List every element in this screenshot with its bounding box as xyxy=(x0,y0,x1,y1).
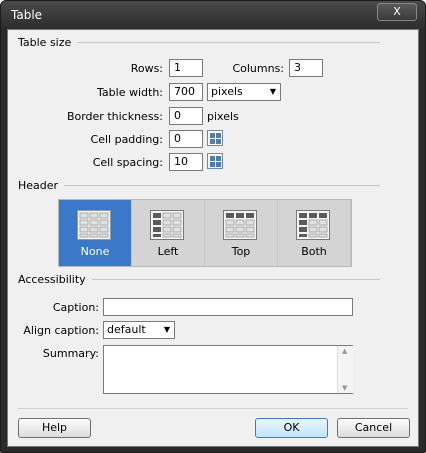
header-option-left[interactable]: Left xyxy=(132,200,204,266)
chevron-down-icon: ▼ xyxy=(163,325,170,334)
header-option-none[interactable]: None xyxy=(59,200,131,266)
table-dialog: Table X Table size Rows: 1 Columns: 3 Ta… xyxy=(0,0,426,453)
align-caption-label: Align caption: xyxy=(23,324,99,337)
header-option-top[interactable]: Top xyxy=(205,200,277,266)
cell-spacing-label: Cell spacing: xyxy=(92,156,163,169)
summary-label: Summary: xyxy=(42,347,99,360)
table-both-header-icon xyxy=(296,210,330,240)
title-bar: Table X xyxy=(1,1,425,29)
accessibility-heading: Accessibility xyxy=(18,273,92,286)
summary-textarea[interactable] xyxy=(103,345,353,394)
cell-padding-grid-icon[interactable] xyxy=(207,130,223,146)
cell-padding-label: Cell padding: xyxy=(90,133,163,146)
border-unit-label: pixels xyxy=(207,110,239,123)
cell-padding-input[interactable]: 0 xyxy=(169,130,203,148)
table-width-label: Table width: xyxy=(97,86,163,99)
close-icon: X xyxy=(393,5,401,18)
window-title: Table xyxy=(11,8,43,22)
align-caption-select[interactable]: default ▼ xyxy=(103,321,175,339)
border-thickness-input[interactable]: 0 xyxy=(169,107,203,125)
summary-scrollbar[interactable]: ▲ ▼ xyxy=(337,346,353,393)
columns-label: Columns: xyxy=(232,62,284,75)
button-separator xyxy=(18,408,408,409)
header-heading: Header xyxy=(18,179,65,192)
columns-input[interactable]: 3 xyxy=(289,59,323,77)
table-left-header-icon xyxy=(150,210,184,240)
header-option-both-label: Both xyxy=(301,245,327,258)
width-unit-select[interactable]: pixels ▼ xyxy=(207,83,281,101)
header-option-none-label: None xyxy=(80,245,110,258)
group-divider xyxy=(18,185,380,186)
header-options: None Left Top Both xyxy=(58,199,352,267)
dialog-body: Table size Rows: 1 Columns: 3 Table widt… xyxy=(7,29,419,447)
table-none-icon xyxy=(77,210,111,240)
chevron-down-icon: ▼ xyxy=(269,87,276,96)
scroll-up-icon[interactable]: ▲ xyxy=(342,347,347,355)
header-option-both[interactable]: Both xyxy=(278,200,350,266)
table-size-heading: Table size xyxy=(18,36,78,49)
close-button[interactable]: X xyxy=(377,3,417,21)
scroll-down-icon[interactable]: ▼ xyxy=(342,384,347,392)
header-option-top-label: Top xyxy=(231,245,251,258)
rows-label: Rows: xyxy=(130,62,163,75)
table-width-input[interactable]: 700 xyxy=(169,83,203,101)
caption-label: Caption: xyxy=(52,301,99,314)
ok-button[interactable]: OK xyxy=(255,418,328,438)
help-button[interactable]: Help xyxy=(18,418,91,438)
cell-spacing-input[interactable]: 10 xyxy=(169,153,203,171)
align-caption-value: default xyxy=(107,323,146,336)
caption-input[interactable] xyxy=(103,298,353,316)
rows-input[interactable]: 1 xyxy=(169,59,203,77)
cancel-button[interactable]: Cancel xyxy=(337,418,410,438)
cell-spacing-grid-icon[interactable] xyxy=(207,153,223,169)
table-top-header-icon xyxy=(223,210,257,240)
width-unit-value: pixels xyxy=(211,85,243,98)
border-thickness-label: Border thickness: xyxy=(66,110,163,123)
header-option-left-label: Left xyxy=(157,245,179,258)
